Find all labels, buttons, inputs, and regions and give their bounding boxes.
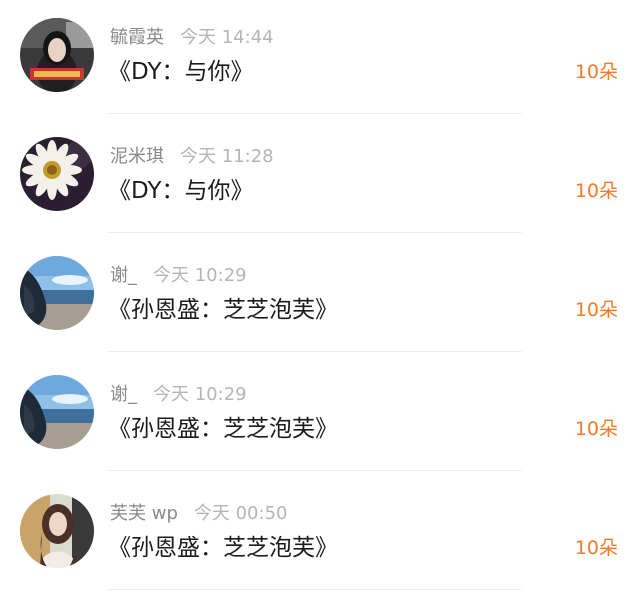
item-meta: 谢_ 今天 10:29 bbox=[110, 381, 247, 409]
item-meta: 毓霞英 今天 14:44 bbox=[110, 24, 274, 52]
avatar-portrait-image bbox=[20, 18, 94, 92]
list-item[interactable]: 芙芙 wp 今天 00:50 《孙恩盛：芝芝泡芙》 10朵 bbox=[0, 476, 640, 595]
song-title: 《DY：与你》 bbox=[108, 178, 254, 204]
avatar[interactable] bbox=[20, 494, 94, 568]
send-time: 今天 11:28 bbox=[180, 146, 274, 167]
sender-name[interactable]: 毓霞英 bbox=[110, 27, 164, 48]
list-item[interactable]: 谢_ 今天 10:29 《孙恩盛：芝芝泡芙》 10朵 bbox=[0, 238, 640, 357]
send-time: 今天 10:29 bbox=[153, 265, 247, 286]
avatar[interactable] bbox=[20, 137, 94, 211]
avatar[interactable] bbox=[20, 256, 94, 330]
avatar-beach-image bbox=[20, 375, 94, 449]
flower-count: 10朵 bbox=[574, 61, 618, 83]
send-time: 今天 00:50 bbox=[193, 503, 288, 524]
flower-count: 10朵 bbox=[574, 299, 618, 321]
item-meta: 芙芙 wp 今天 00:50 bbox=[110, 500, 287, 528]
divider bbox=[108, 470, 522, 471]
send-time: 今天 10:29 bbox=[153, 384, 247, 405]
divider bbox=[108, 351, 522, 352]
avatar[interactable] bbox=[20, 375, 94, 449]
sender-name[interactable]: 谢_ bbox=[110, 265, 137, 286]
item-meta: 泥米琪 今天 11:28 bbox=[110, 143, 274, 171]
song-title: 《孙恩盛：芝芝泡芙》 bbox=[108, 297, 338, 323]
item-meta: 谢_ 今天 10:29 bbox=[110, 262, 247, 290]
song-title: 《DY：与你》 bbox=[108, 59, 254, 85]
divider bbox=[108, 113, 522, 114]
sender-name[interactable]: 谢_ bbox=[110, 384, 137, 405]
flower-count: 10朵 bbox=[574, 537, 618, 559]
flower-count: 10朵 bbox=[574, 418, 618, 440]
sender-name[interactable]: 芙芙 wp bbox=[110, 503, 178, 524]
gift-list: 毓霞英 今天 14:44 《DY：与你》 10朵 泥米琪 今天 11:28 《D… bbox=[0, 0, 640, 595]
avatar-sunflower-image bbox=[20, 137, 94, 211]
divider bbox=[108, 232, 522, 233]
avatar[interactable] bbox=[20, 18, 94, 92]
song-title: 《孙恩盛：芝芝泡芙》 bbox=[108, 416, 338, 442]
flower-count: 10朵 bbox=[574, 180, 618, 202]
list-item[interactable]: 毓霞英 今天 14:44 《DY：与你》 10朵 bbox=[0, 0, 640, 119]
list-item[interactable]: 泥米琪 今天 11:28 《DY：与你》 10朵 bbox=[0, 119, 640, 238]
avatar-beach-image bbox=[20, 256, 94, 330]
avatar-portrait-image bbox=[20, 494, 94, 568]
send-time: 今天 14:44 bbox=[180, 27, 274, 48]
sender-name[interactable]: 泥米琪 bbox=[110, 146, 164, 167]
song-title: 《孙恩盛：芝芝泡芙》 bbox=[108, 535, 338, 561]
divider bbox=[108, 589, 522, 590]
list-item[interactable]: 谢_ 今天 10:29 《孙恩盛：芝芝泡芙》 10朵 bbox=[0, 357, 640, 476]
